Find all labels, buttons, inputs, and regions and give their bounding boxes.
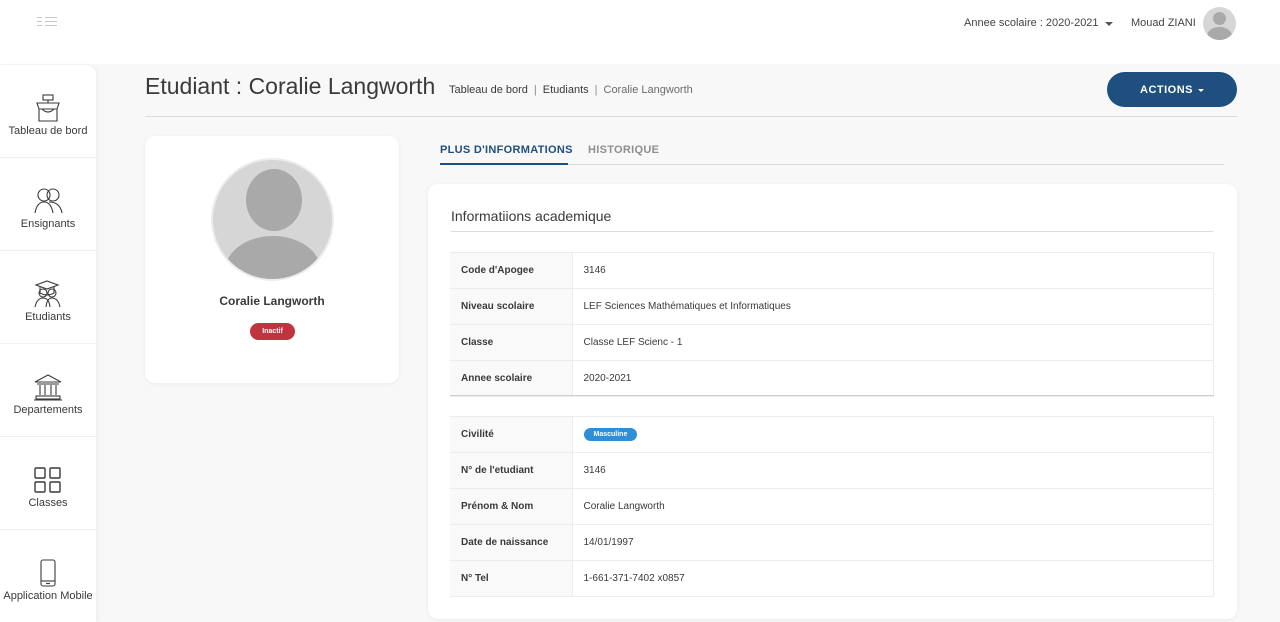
row-value: 3146 xyxy=(571,452,1214,489)
personal-info-table: Civilité Masculine N° de l'etudiant 3146… xyxy=(450,416,1214,597)
row-value: 2020-2021 xyxy=(571,360,1214,397)
sidebar-item-label: Classes xyxy=(28,497,68,509)
info-card: Informatiions academique Code d'Apogee 3… xyxy=(428,184,1237,619)
row-label: Prénom & Nom xyxy=(450,488,572,525)
actions-button[interactable]: ACTIONS xyxy=(1107,72,1237,107)
sidebar-item-label: Ensignants xyxy=(20,218,76,230)
table-row: N° de l'etudiant 3146 xyxy=(450,452,1214,489)
user-name[interactable]: Mouad ZIANI xyxy=(1131,17,1196,29)
sidebar-item-label: Departements xyxy=(13,404,83,416)
row-value: Coralie Langworth xyxy=(571,488,1214,525)
breadcrumb: Tableau de bord | Etudiants | Coralie Langwo… xyxy=(449,84,693,96)
sidebar-item-classes[interactable]: Classes xyxy=(0,437,96,530)
school-year-label: Annee scolaire : 2020-2021 xyxy=(964,17,1099,29)
student-avatar xyxy=(211,158,334,281)
user-avatar[interactable] xyxy=(1203,7,1236,40)
teachers-icon xyxy=(34,188,63,214)
tab-more-info[interactable]: PLUS D'INFORMATIONS xyxy=(440,144,573,156)
sidebar-item-dashboard[interactable]: Tableau de bord xyxy=(0,65,96,158)
sidebar-item-label: Etudiants xyxy=(25,311,71,323)
grid-icon xyxy=(34,467,61,493)
top-bar: Annee scolaire : 2020-2021 Mouad ZIANI xyxy=(0,0,1280,64)
row-value: 14/01/1997 xyxy=(571,524,1214,561)
table-row: Niveau scolaire LEF Sciences Mathématiqu… xyxy=(450,288,1214,325)
breadcrumb-students-link[interactable]: Etudiants xyxy=(543,84,589,96)
header-divider xyxy=(145,116,1237,117)
row-label: Annee scolaire xyxy=(450,360,572,397)
sidebar: Tableau de bord Ensignants Etudiants Dep… xyxy=(0,65,96,622)
profile-card: Coralie Langworth Inactif xyxy=(145,136,399,383)
section-title: Informatiions academique xyxy=(451,208,612,224)
table-row: Prénom & Nom Coralie Langworth xyxy=(450,488,1214,525)
sidebar-item-students[interactable]: Etudiants xyxy=(0,251,96,344)
sidebar-item-departments[interactable]: Departements xyxy=(0,344,96,437)
academic-info-table: Code d'Apogee 3146 Niveau scolaire LEF S… xyxy=(450,252,1214,397)
sidebar-item-teachers[interactable]: Ensignants xyxy=(0,158,96,251)
row-value: 1-661-371-7402 x0857 xyxy=(571,560,1214,597)
row-label: Civilité xyxy=(450,416,572,453)
row-value: LEF Sciences Mathématiques et Informatiq… xyxy=(571,288,1214,325)
row-value: Masculine xyxy=(571,416,1214,453)
actions-button-label: ACTIONS xyxy=(1140,83,1193,96)
row-label: N° de l'etudiant xyxy=(450,452,572,489)
table-row: N° Tel 1-661-371-7402 x0857 xyxy=(450,560,1214,597)
page-title: Etudiant : Coralie Langworth xyxy=(145,73,436,99)
row-label: Classe xyxy=(450,324,572,361)
students-icon xyxy=(34,280,61,308)
table-row: Civilité Masculine xyxy=(450,416,1214,453)
school-year-dropdown[interactable]: Annee scolaire : 2020-2021 xyxy=(964,17,1113,29)
tab-history[interactable]: HISTORIQUE xyxy=(588,144,659,156)
status-badge: Inactif xyxy=(250,323,295,340)
menu-toggle-icon[interactable] xyxy=(37,16,57,30)
row-label: Date de naissance xyxy=(450,524,572,561)
row-label: Code d'Apogee xyxy=(450,252,572,289)
table-row: Annee scolaire 2020-2021 xyxy=(450,360,1214,397)
table-row: Date de naissance 14/01/1997 xyxy=(450,524,1214,561)
breadcrumb-dashboard-link[interactable]: Tableau de bord xyxy=(449,84,528,96)
row-label: Niveau scolaire xyxy=(450,288,572,325)
gender-badge: Masculine xyxy=(583,428,638,441)
table-row: Classe Classe LEF Scienc - 1 xyxy=(450,324,1214,361)
sidebar-item-mobile-app[interactable]: Application Mobile xyxy=(0,530,96,622)
active-tab-indicator xyxy=(440,163,568,165)
chevron-down-icon xyxy=(1198,88,1204,92)
student-name: Coralie Langworth xyxy=(219,294,325,308)
table-row: Code d'Apogee 3146 xyxy=(450,252,1214,289)
row-label: N° Tel xyxy=(450,560,572,597)
mobile-icon xyxy=(40,559,56,587)
row-value: Classe LEF Scienc - 1 xyxy=(571,324,1214,361)
row-value: 3146 xyxy=(571,252,1214,289)
sidebar-item-label: Tableau de bord xyxy=(8,125,88,137)
section-divider xyxy=(451,231,1213,232)
table-divider xyxy=(450,395,1214,396)
dashboard-icon xyxy=(36,94,60,122)
chevron-down-icon xyxy=(1104,21,1113,26)
sidebar-item-label: Application Mobile xyxy=(3,590,93,602)
building-icon xyxy=(34,374,62,401)
breadcrumb-current: Coralie Langworth xyxy=(603,84,693,96)
